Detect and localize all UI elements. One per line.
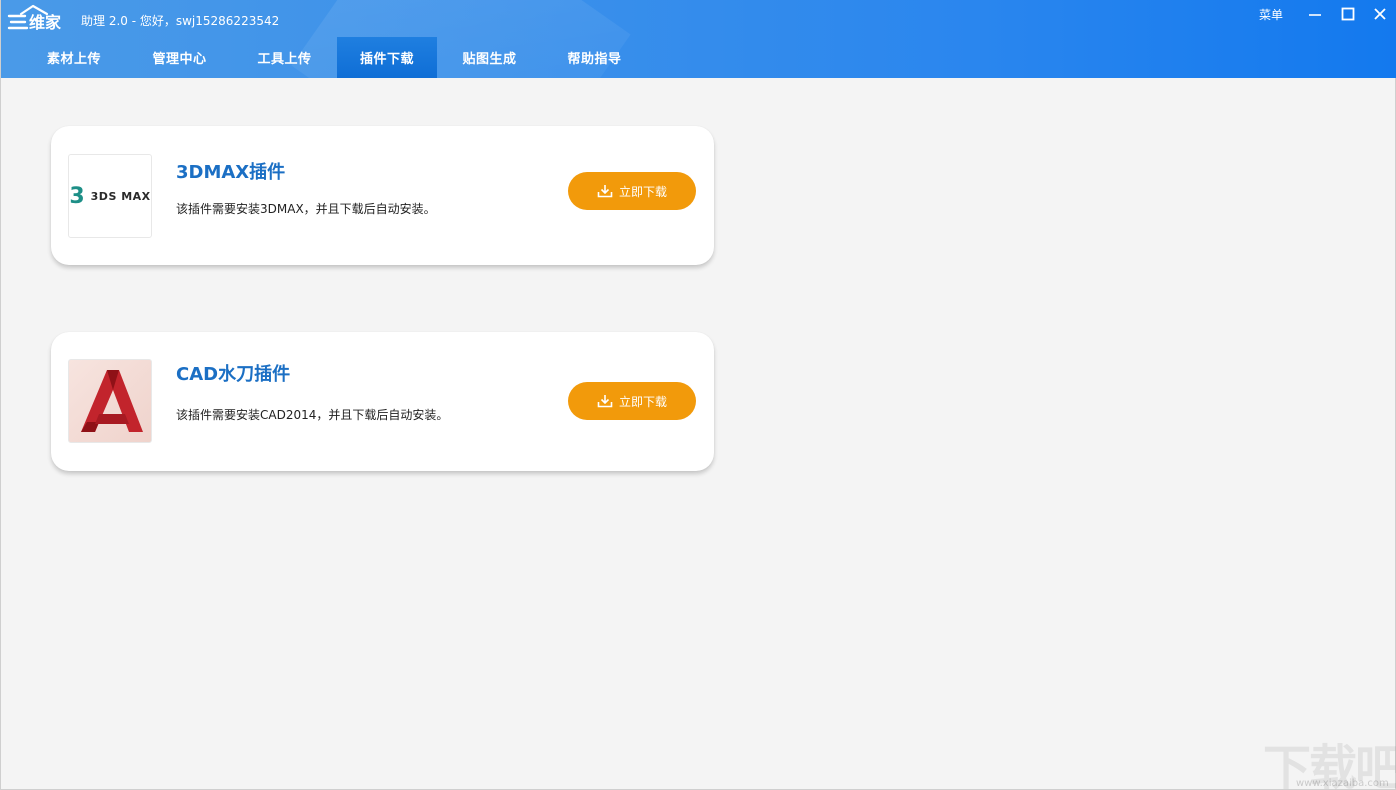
download-button-label: 立即下载	[618, 184, 667, 199]
download-button-label: 立即下载	[618, 394, 667, 409]
plugin-name: 3DMAX插件	[176, 162, 286, 183]
3ds-max-logo-text: 3DS MAX	[90, 189, 151, 203]
3ds-max-logo: 3 3DS MAX	[68, 154, 152, 238]
tab-tool-upload[interactable]: 工具上传	[232, 37, 337, 78]
minimize-button[interactable]	[1301, 2, 1329, 26]
window-title: 助理 2.0 - 您好，swj15286223542	[81, 14, 280, 28]
menu-button[interactable]: 菜单	[1259, 6, 1283, 23]
autocad-logo	[68, 359, 152, 443]
plugin-description: 该插件需要安装CAD2014，并且下载后自动安装。	[176, 408, 449, 422]
download-icon	[597, 395, 613, 408]
download-icon	[597, 185, 613, 198]
main-tabs: 素材上传 管理中心 工具上传 插件下载 贴图生成 帮助指导	[1, 37, 647, 78]
plugin-name: CAD水刀插件	[176, 364, 291, 385]
maximize-button[interactable]	[1334, 2, 1362, 26]
plugin-description: 该插件需要安装3DMAX，并且下载后自动安装。	[176, 202, 436, 216]
tab-texture-generate[interactable]: 贴图生成	[437, 37, 542, 78]
plugin-card-cad: CAD水刀插件 该插件需要安装CAD2014，并且下载后自动安装。 立即下载	[51, 332, 714, 471]
minimize-icon	[1309, 14, 1321, 16]
download-button-cad[interactable]: 立即下载	[568, 382, 696, 420]
download-button-3dmax[interactable]: 立即下载	[568, 172, 696, 210]
app-logo: 维家	[7, 4, 73, 32]
close-button[interactable]	[1366, 2, 1394, 26]
3ds-max-logo-number: 3	[69, 183, 85, 209]
app-window: 维家 助理 2.0 - 您好，swj15286223542 菜单 素材上传 管理…	[0, 0, 1396, 790]
watermark-url: www.xiazaiba.com	[1296, 778, 1389, 789]
tab-management-center[interactable]: 管理中心	[127, 37, 232, 78]
maximize-icon	[1341, 7, 1355, 21]
plugin-card-3dmax: 3 3DS MAX 3DMAX插件 该插件需要安装3DMAX，并且下载后自动安装…	[51, 126, 714, 265]
svg-text:维家: 维家	[29, 13, 62, 32]
title-bar: 维家 助理 2.0 - 您好，swj15286223542 菜单 素材上传 管理…	[1, 0, 1396, 78]
tab-help-guide[interactable]: 帮助指导	[542, 37, 647, 78]
tab-material-upload[interactable]: 素材上传	[1, 37, 127, 78]
tab-plugin-download[interactable]: 插件下载	[337, 37, 437, 78]
close-icon	[1374, 8, 1386, 20]
